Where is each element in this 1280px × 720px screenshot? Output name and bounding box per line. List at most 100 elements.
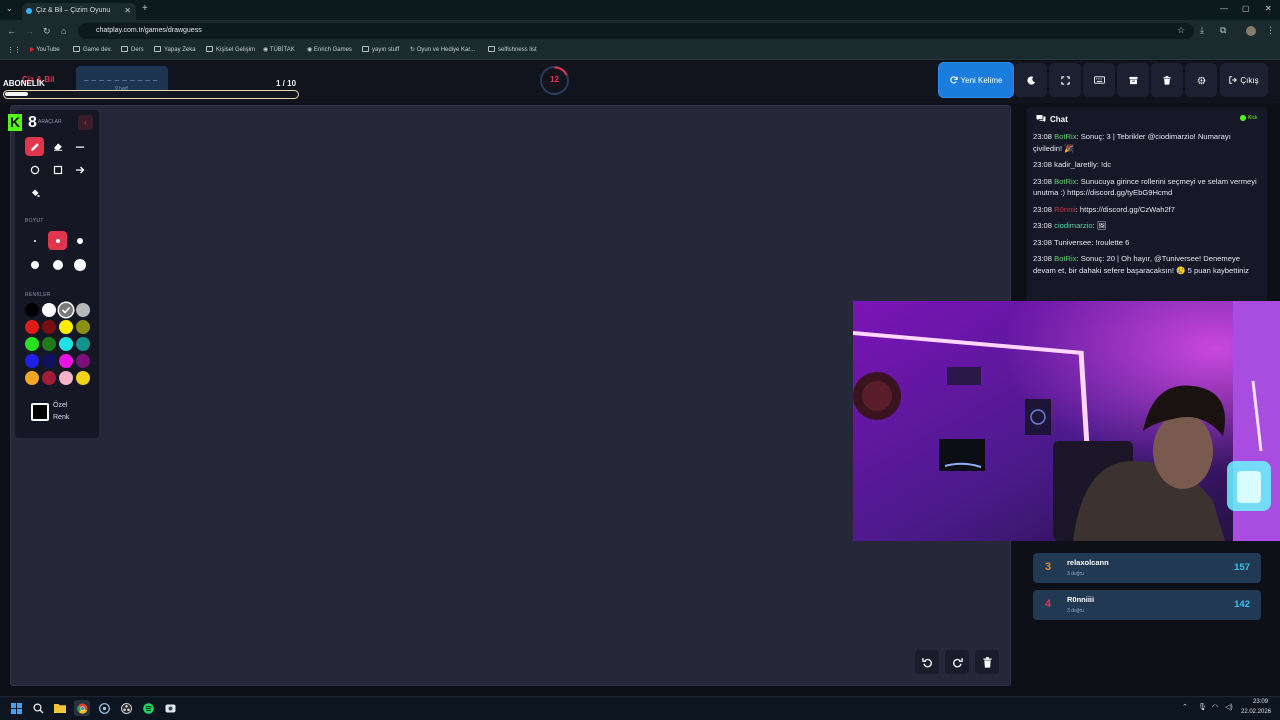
custom-color-swatch[interactable] bbox=[31, 403, 49, 421]
bookmark-folder[interactable]: selfishness list bbox=[488, 46, 537, 53]
close-window-icon[interactable]: ✕ bbox=[1265, 4, 1272, 13]
rectangle-tool-button[interactable] bbox=[48, 160, 67, 179]
color-swatch[interactable] bbox=[25, 371, 39, 385]
app-icon[interactable] bbox=[162, 700, 178, 716]
size-option-xxl[interactable] bbox=[70, 255, 89, 274]
bookmark-enrich-games[interactable]: ◉ Enrich Games bbox=[307, 46, 352, 53]
bookmark-folder[interactable]: Game dev. bbox=[73, 46, 112, 53]
bookmark-folder[interactable]: Yapay Zeka bbox=[154, 46, 196, 53]
eraser-tool-button[interactable] bbox=[48, 137, 67, 156]
tab-search-icon[interactable]: ⌄ bbox=[6, 4, 13, 13]
color-swatch[interactable] bbox=[59, 320, 73, 334]
chat-username[interactable]: ciodimarzio bbox=[1054, 221, 1092, 230]
line-tool-button[interactable] bbox=[70, 137, 89, 156]
clock-date[interactable]: 22.02.2026 bbox=[1241, 709, 1271, 715]
color-swatch[interactable] bbox=[42, 354, 56, 368]
bookmark-folder[interactable]: yayın stuff bbox=[362, 46, 399, 53]
obs-icon[interactable] bbox=[118, 700, 134, 716]
chat-username[interactable]: BotRix bbox=[1054, 177, 1076, 186]
color-swatch[interactable] bbox=[25, 303, 39, 317]
color-swatch[interactable] bbox=[76, 354, 90, 368]
chat-username[interactable]: R0nnii bbox=[1054, 205, 1076, 214]
chat-bubbles-icon bbox=[1036, 115, 1046, 123]
fill-icon bbox=[31, 189, 40, 197]
color-swatch[interactable] bbox=[25, 320, 39, 334]
webcam-overlay bbox=[853, 301, 1280, 541]
trash-icon bbox=[1163, 75, 1171, 85]
bookmark-gift-offers[interactable]: ↻ Oyun ve Hediye Kar... bbox=[410, 46, 475, 53]
exit-button[interactable]: Çıkış bbox=[1220, 63, 1268, 97]
settings-button[interactable] bbox=[1185, 63, 1217, 97]
color-swatch[interactable] bbox=[42, 320, 56, 334]
clock-time[interactable]: 23:09 bbox=[1253, 699, 1268, 705]
color-swatch[interactable] bbox=[59, 337, 73, 351]
microphone-icon[interactable]: 🎙︎ bbox=[1198, 703, 1207, 711]
chat-message-list[interactable]: 23:08 BotRix: Sonuç: 3 | Tebrikler @ciod… bbox=[1033, 131, 1261, 303]
network-app-icon[interactable] bbox=[96, 700, 112, 716]
bookmark-folder[interactable]: Kişisel Gelişim bbox=[206, 46, 255, 53]
minimize-icon[interactable]: — bbox=[1220, 4, 1228, 13]
color-swatch[interactable] bbox=[25, 354, 39, 368]
size-option-m[interactable] bbox=[70, 231, 89, 250]
bookmark-star-icon[interactable]: ☆ bbox=[1177, 25, 1185, 36]
pencil-tool-button[interactable] bbox=[25, 137, 44, 156]
theme-toggle-button[interactable] bbox=[1015, 63, 1047, 97]
color-swatch[interactable] bbox=[59, 354, 73, 368]
archive-button[interactable] bbox=[1117, 63, 1149, 97]
circle-tool-button[interactable] bbox=[25, 160, 44, 179]
back-icon[interactable]: ← bbox=[7, 26, 16, 36]
size-option-xl[interactable] bbox=[48, 255, 67, 274]
arrow-tool-button[interactable] bbox=[70, 160, 89, 179]
search-icon[interactable] bbox=[30, 700, 46, 716]
color-swatch[interactable] bbox=[42, 337, 56, 351]
color-swatch[interactable] bbox=[76, 303, 90, 317]
file-explorer-icon[interactable] bbox=[52, 700, 68, 716]
extensions-icon[interactable]: ⧉ bbox=[1220, 25, 1226, 36]
bookmark-folder[interactable]: Ders bbox=[121, 46, 144, 53]
new-tab-icon[interactable]: + bbox=[142, 3, 148, 14]
redo-button[interactable] bbox=[945, 650, 969, 674]
reload-icon[interactable]: ↻ bbox=[43, 26, 51, 37]
chat-username[interactable]: BotRix bbox=[1054, 132, 1076, 141]
undo-button[interactable] bbox=[915, 650, 939, 674]
tab-close-icon[interactable]: ✕ bbox=[124, 6, 131, 15]
bookmark-tubitak[interactable]: ◉ TÜBİTAK bbox=[263, 46, 295, 53]
new-word-button[interactable]: Yeni Kelime bbox=[939, 63, 1013, 97]
size-option-xs[interactable] bbox=[25, 231, 44, 250]
chat-username[interactable]: BotRix bbox=[1054, 254, 1076, 263]
size-option-l[interactable] bbox=[25, 255, 44, 274]
bookmark-youtube[interactable]: ▶ YouTube bbox=[30, 46, 60, 53]
collapse-panel-button[interactable]: ‹ bbox=[78, 115, 93, 130]
home-icon[interactable]: ⌂ bbox=[61, 26, 66, 36]
apps-grid-icon[interactable]: ⋮⋮ bbox=[7, 46, 21, 54]
maximize-icon[interactable]: ▢ bbox=[1242, 4, 1250, 13]
browser-tab[interactable]: Çiz & Bil – Çizim Oyunu ✕ bbox=[22, 3, 136, 20]
color-swatch[interactable] bbox=[76, 371, 90, 385]
volume-icon[interactable]: ◁) bbox=[1225, 703, 1233, 711]
chat-username[interactable]: Tuniversee bbox=[1054, 238, 1091, 247]
wifi-icon[interactable]: ◠ bbox=[1212, 703, 1218, 711]
color-swatch[interactable] bbox=[59, 303, 73, 317]
clear-canvas-button[interactable] bbox=[975, 650, 999, 674]
forward-icon[interactable]: → bbox=[25, 26, 34, 36]
color-swatch[interactable] bbox=[25, 337, 39, 351]
profile-avatar[interactable] bbox=[1246, 26, 1256, 36]
tray-overflow-icon[interactable]: ⌃ bbox=[1182, 703, 1188, 711]
size-option-s[interactable] bbox=[48, 231, 67, 250]
chat-username[interactable]: kadir_laretlly bbox=[1054, 160, 1097, 169]
start-menu-icon[interactable] bbox=[8, 700, 24, 716]
fill-tool-button[interactable] bbox=[25, 183, 44, 202]
color-swatch[interactable] bbox=[42, 371, 56, 385]
keyboard-button[interactable] bbox=[1083, 63, 1115, 97]
color-swatch[interactable] bbox=[59, 371, 73, 385]
fullscreen-button[interactable] bbox=[1049, 63, 1081, 97]
spotify-icon[interactable] bbox=[140, 700, 156, 716]
color-swatch[interactable] bbox=[76, 337, 90, 351]
browser-menu-icon[interactable]: ⋮ bbox=[1266, 25, 1275, 36]
clear-button[interactable] bbox=[1151, 63, 1183, 97]
download-icon[interactable]: ⤓ bbox=[1200, 25, 1204, 36]
url-input[interactable]: chatplay.com.tr/games/drawguess bbox=[78, 23, 1194, 39]
color-swatch[interactable] bbox=[42, 303, 56, 317]
chrome-taskbar-icon[interactable] bbox=[74, 700, 90, 716]
color-swatch[interactable] bbox=[76, 320, 90, 334]
